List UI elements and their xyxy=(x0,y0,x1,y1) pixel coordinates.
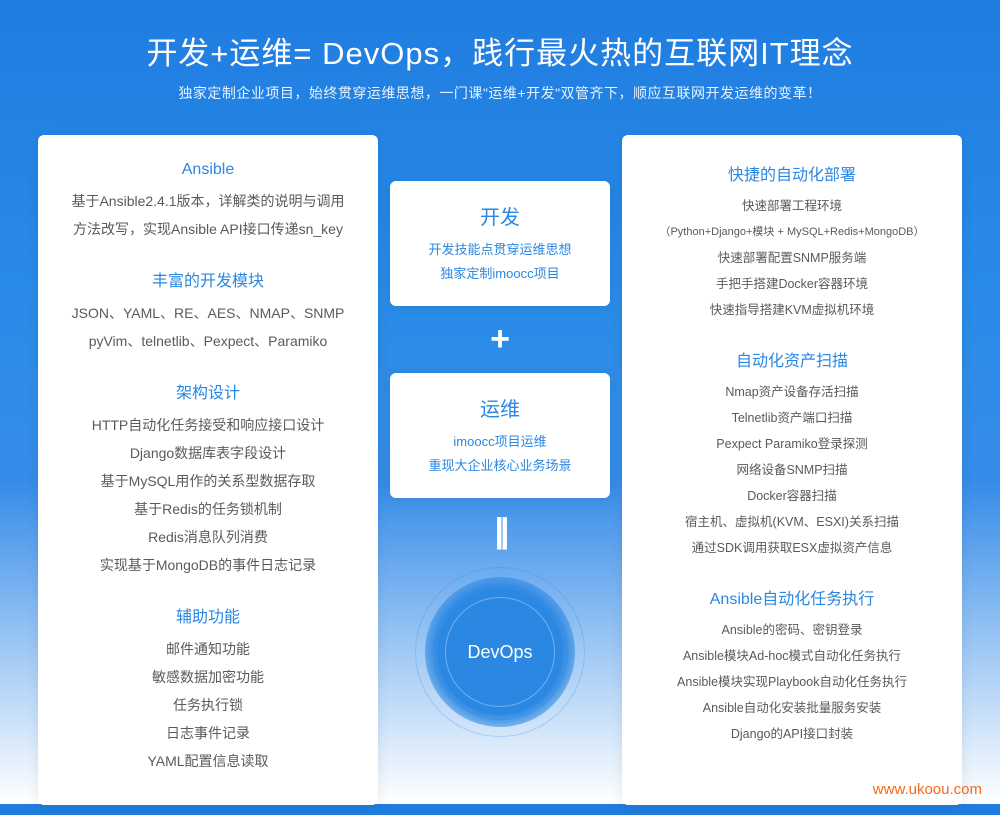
list-item: Django的API接口封装 xyxy=(640,721,944,747)
page-subtitle: 独家定制企业项目，始终贯穿运维思想，一门课"运维+开发"双管齐下，顺应互联网开发… xyxy=(0,83,1000,103)
section-title: 丰富的开发模块 xyxy=(56,267,360,291)
center-sub: imoocc项目运维 xyxy=(406,430,594,454)
list-item: 手把手搭建Docker容器环境 xyxy=(640,271,944,297)
center-card-ops: 运维 imoocc项目运维 重现大企业核心业务场景 xyxy=(390,373,610,498)
right-panel: 快捷的自动化部署 快速部署工程环境 （Python+Django+模块 + My… xyxy=(622,135,962,805)
section-items: 快速部署工程环境 （Python+Django+模块 + MySQL+Redis… xyxy=(640,193,944,323)
list-item: 邮件通知功能 xyxy=(56,635,360,663)
list-item: 基于MySQL用作的关系型数据存取 xyxy=(56,467,360,495)
equals-icon: || xyxy=(390,512,610,551)
list-item: Django数据库表字段设计 xyxy=(56,439,360,467)
section-items: Ansible的密码、密钥登录 Ansible模块Ad-hoc模式自动化任务执行… xyxy=(640,617,944,747)
list-item: Ansible自动化安装批量服务安装 xyxy=(640,695,944,721)
content-area: Ansible 基于Ansible2.4.1版本，详解类的说明与调用 方法改写，… xyxy=(0,135,1000,815)
section-items: Nmap资产设备存活扫描 Telnetlib资产端口扫描 Pexpect Par… xyxy=(640,379,944,561)
list-item: HTTP自动化任务接受和响应接口设计 xyxy=(56,411,360,439)
list-item: 日志事件记录 xyxy=(56,719,360,747)
section-title: Ansible自动化任务执行 xyxy=(640,585,944,609)
list-item: 宿主机、虚拟机(KVM、ESXI)关系扫描 xyxy=(640,509,944,535)
section-title: 快捷的自动化部署 xyxy=(640,161,944,185)
devops-label: DevOps xyxy=(467,642,532,663)
list-item: 网络设备SNMP扫描 xyxy=(640,457,944,483)
section-modules: 丰富的开发模块 JSON、YAML、RE、AES、NMAP、SNMP pyVim… xyxy=(56,267,360,355)
section-items: JSON、YAML、RE、AES、NMAP、SNMP pyVim、telnetl… xyxy=(56,299,360,355)
center-card-dev: 开发 开发技能点贯穿运维思想 独家定制imoocc项目 xyxy=(390,181,610,306)
list-item: Docker容器扫描 xyxy=(640,483,944,509)
center-sub: 独家定制imoocc项目 xyxy=(406,262,594,286)
section-title: Ansible xyxy=(56,161,360,179)
center-column: 开发 开发技能点贯穿运维思想 独家定制imoocc项目 + 运维 imoocc项… xyxy=(390,135,610,805)
section-deploy: 快捷的自动化部署 快速部署工程环境 （Python+Django+模块 + My… xyxy=(640,161,944,323)
list-item: 任务执行锁 xyxy=(56,691,360,719)
list-item: Pexpect Paramiko登录探测 xyxy=(640,431,944,457)
section-scan: 自动化资产扫描 Nmap资产设备存活扫描 Telnetlib资产端口扫描 Pex… xyxy=(640,347,944,561)
plus-icon: + xyxy=(390,320,610,359)
list-item: 敏感数据加密功能 xyxy=(56,663,360,691)
list-item: 快速指导搭建KVM虚拟机环境 xyxy=(640,297,944,323)
watermark-text: www.ukoou.com xyxy=(873,781,982,798)
list-item: Ansible模块实现Playbook自动化任务执行 xyxy=(640,669,944,695)
section-items: 基于Ansible2.4.1版本，详解类的说明与调用 方法改写，实现Ansibl… xyxy=(56,187,360,243)
hero-header: 开发+运维= DevOps，践行最火热的互联网IT理念 独家定制企业项目，始终贯… xyxy=(0,0,1000,103)
devops-circle: DevOps xyxy=(425,577,575,727)
list-item: 实现基于MongoDB的事件日志记录 xyxy=(56,551,360,579)
list-item: （Python+Django+模块 + MySQL+Redis+MongoDB） xyxy=(640,219,944,245)
list-item: Nmap资产设备存活扫描 xyxy=(640,379,944,405)
section-ansible-exec: Ansible自动化任务执行 Ansible的密码、密钥登录 Ansible模块… xyxy=(640,585,944,747)
section-architecture: 架构设计 HTTP自动化任务接受和响应接口设计 Django数据库表字段设计 基… xyxy=(56,379,360,579)
list-item: 快速部署配置SNMP服务端 xyxy=(640,245,944,271)
section-title: 架构设计 xyxy=(56,379,360,403)
section-title: 自动化资产扫描 xyxy=(640,347,944,371)
section-auxiliary: 辅助功能 邮件通知功能 敏感数据加密功能 任务执行锁 日志事件记录 YAML配置… xyxy=(56,603,360,775)
center-sub: 开发技能点贯穿运维思想 xyxy=(406,238,594,262)
section-items: HTTP自动化任务接受和响应接口设计 Django数据库表字段设计 基于MySQ… xyxy=(56,411,360,579)
list-item: Ansible的密码、密钥登录 xyxy=(640,617,944,643)
center-title: 运维 xyxy=(406,393,594,422)
list-item: 通过SDK调用获取ESX虚拟资产信息 xyxy=(640,535,944,561)
page-title: 开发+运维= DevOps，践行最火热的互联网IT理念 xyxy=(0,28,1000,73)
left-panel: Ansible 基于Ansible2.4.1版本，详解类的说明与调用 方法改写，… xyxy=(38,135,378,805)
section-ansible: Ansible 基于Ansible2.4.1版本，详解类的说明与调用 方法改写，… xyxy=(56,161,360,243)
list-item: YAML配置信息读取 xyxy=(56,747,360,775)
list-item: pyVim、telnetlib、Pexpect、Paramiko xyxy=(56,327,360,355)
list-item: 基于Redis的任务锁机制 xyxy=(56,495,360,523)
list-item: Telnetlib资产端口扫描 xyxy=(640,405,944,431)
list-item: Redis消息队列消费 xyxy=(56,523,360,551)
list-item: 方法改写，实现Ansible API接口传递sn_key xyxy=(56,215,360,243)
center-title: 开发 xyxy=(406,201,594,230)
list-item: JSON、YAML、RE、AES、NMAP、SNMP xyxy=(56,299,360,327)
list-item: 基于Ansible2.4.1版本，详解类的说明与调用 xyxy=(56,187,360,215)
list-item: 快速部署工程环境 xyxy=(640,193,944,219)
section-title: 辅助功能 xyxy=(56,603,360,627)
center-sub: 重现大企业核心业务场景 xyxy=(406,454,594,478)
list-item: Ansible模块Ad-hoc模式自动化任务执行 xyxy=(640,643,944,669)
section-items: 邮件通知功能 敏感数据加密功能 任务执行锁 日志事件记录 YAML配置信息读取 xyxy=(56,635,360,775)
